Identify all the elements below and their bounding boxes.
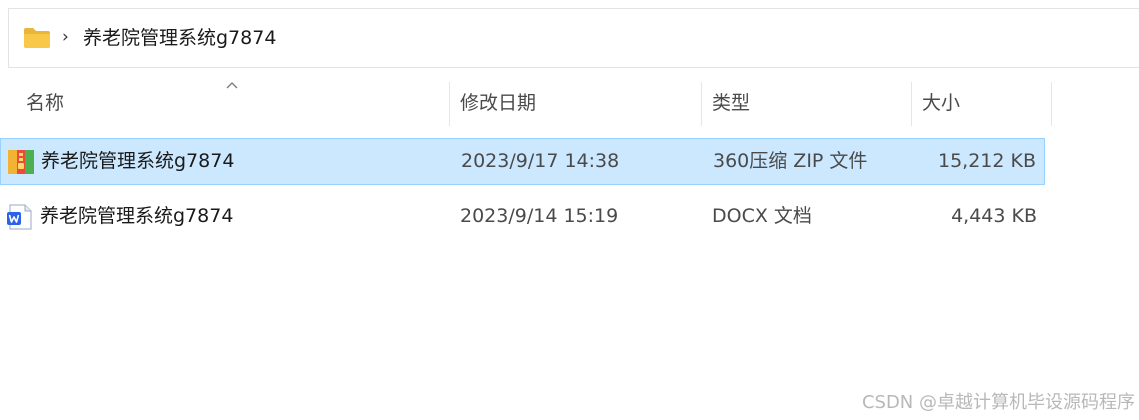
folder-icon (24, 28, 50, 48)
zip-archive-icon (8, 150, 34, 174)
wps-docx-icon (7, 204, 32, 230)
file-modified-date: 2023/9/14 15:19 (460, 205, 619, 227)
address-bar[interactable]: › 养老院管理系统g7874 (8, 8, 1139, 68)
column-divider[interactable] (701, 82, 702, 126)
column-divider[interactable] (911, 82, 912, 126)
column-header-row: 名称 修改日期 类型 大小 (0, 78, 1139, 128)
column-header-name[interactable]: 名称 (26, 78, 64, 128)
file-row[interactable]: 养老院管理系统g7874 2023/9/14 15:19 DOCX 文档 4,4… (0, 194, 1045, 241)
file-type: DOCX 文档 (712, 205, 812, 227)
column-header-date[interactable]: 修改日期 (460, 78, 536, 128)
file-size: 15,212 KB (937, 150, 1036, 172)
file-size: 4,443 KB (951, 205, 1037, 227)
breadcrumb-current-folder[interactable]: 养老院管理系统g7874 (83, 26, 276, 50)
column-header-type[interactable]: 类型 (712, 78, 750, 128)
breadcrumb-separator[interactable]: › (62, 26, 69, 48)
sort-ascending-icon (226, 82, 238, 89)
column-header-size[interactable]: 大小 (922, 78, 960, 128)
column-divider[interactable] (449, 82, 450, 126)
file-row[interactable]: 养老院管理系统g7874 2023/9/17 14:38 360压缩 ZIP 文… (0, 138, 1045, 185)
file-name: 养老院管理系统g7874 (40, 205, 234, 227)
file-modified-date: 2023/9/17 14:38 (461, 150, 620, 172)
file-name: 养老院管理系统g7874 (41, 150, 235, 172)
file-type: 360压缩 ZIP 文件 (713, 150, 868, 172)
column-divider[interactable] (1051, 82, 1052, 126)
watermark-text: CSDN @卓越计算机毕设源码程序 (861, 392, 1135, 413)
